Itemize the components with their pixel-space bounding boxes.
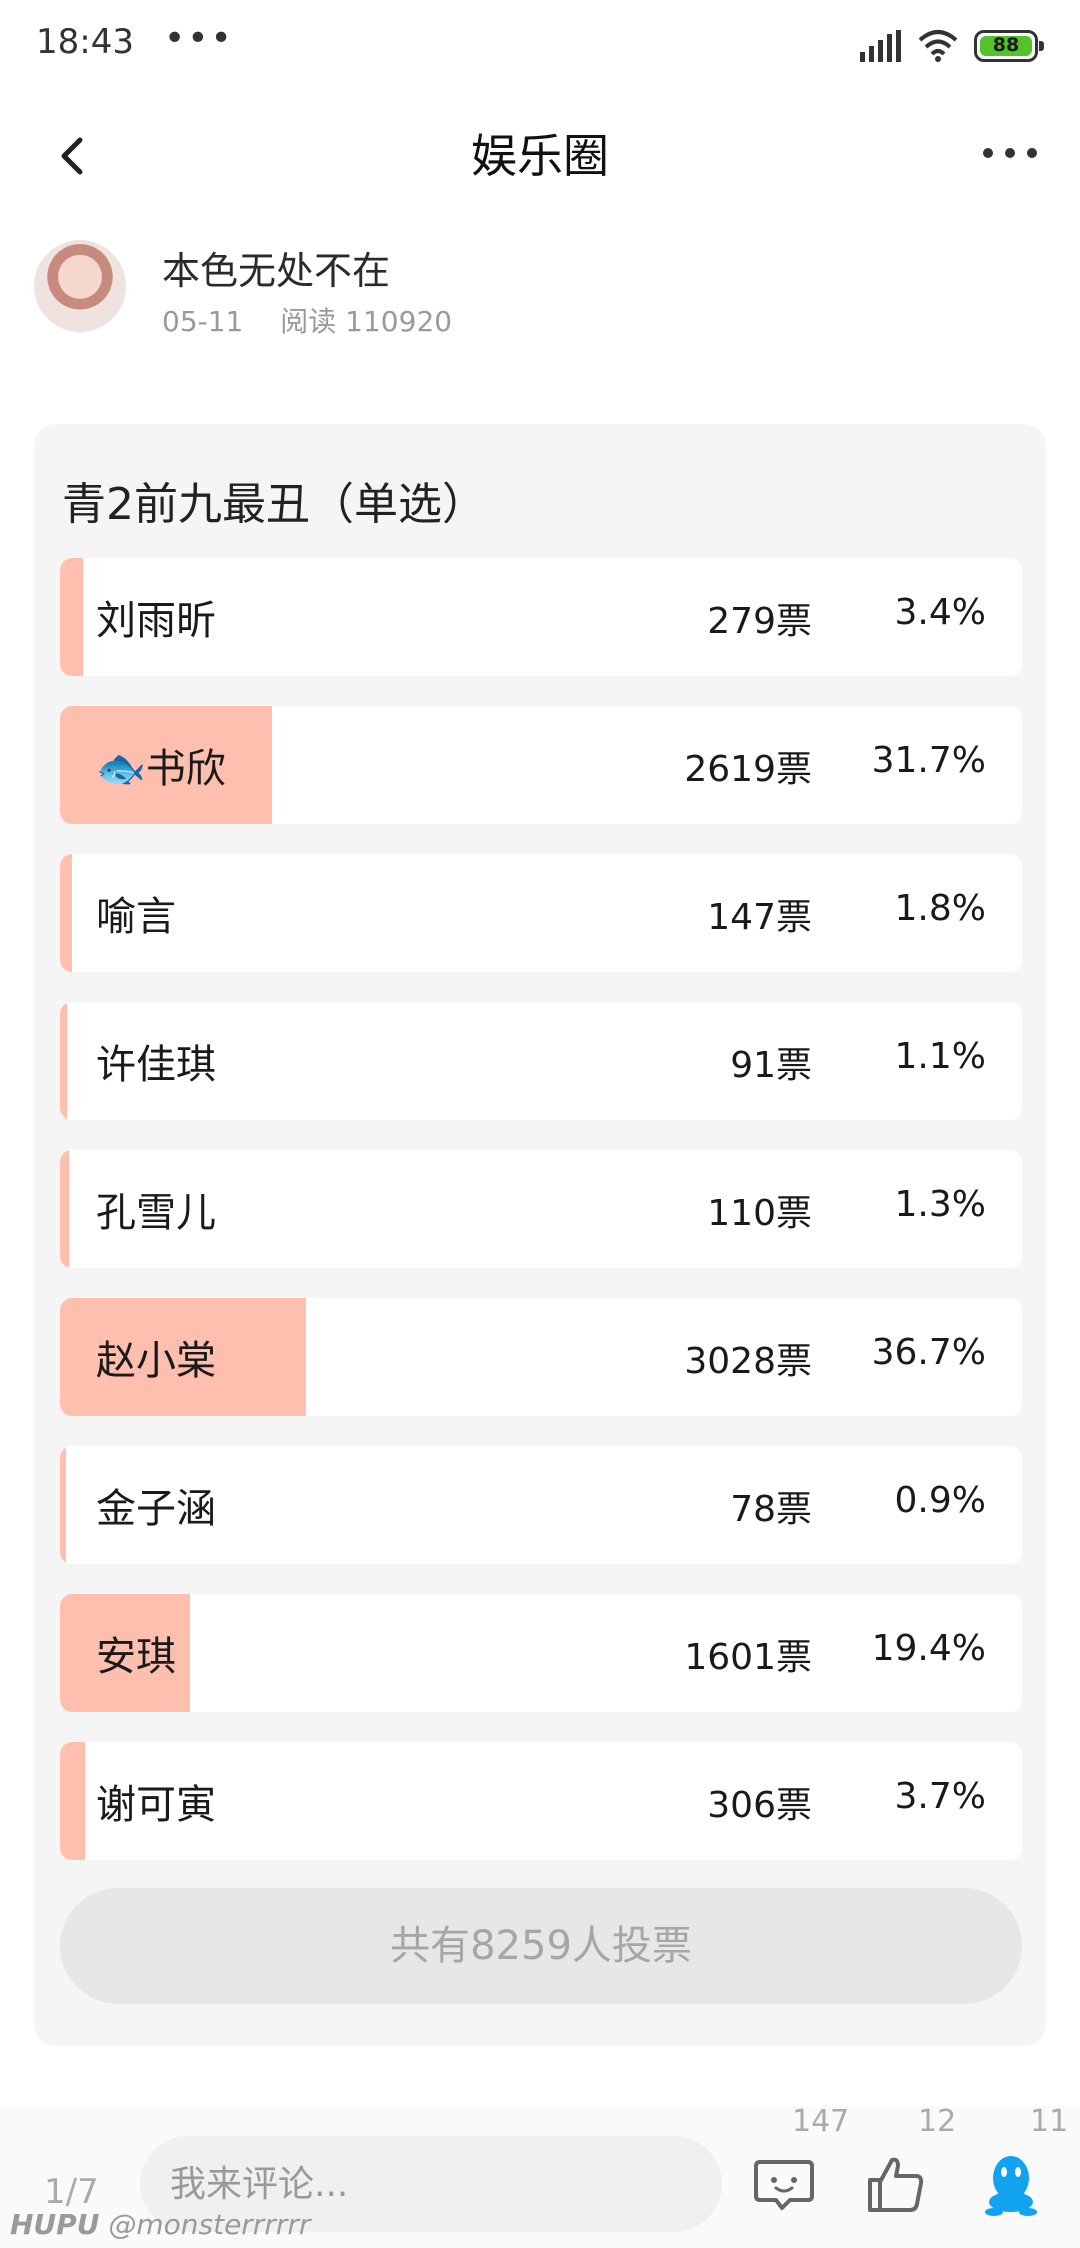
poll-option[interactable]: 刘雨昕 279票 3.4% xyxy=(60,558,1022,676)
watermark: HUPU @monsterrrrrr xyxy=(10,2208,310,2241)
poll-option[interactable]: 赵小棠 3028票 36.7% xyxy=(60,1298,1022,1416)
poll-option-name: 喻言 xyxy=(96,894,176,940)
poll-option-votes: 78票 xyxy=(730,1489,812,1530)
comment-count: 147 xyxy=(792,2104,850,2139)
avatar[interactable] xyxy=(34,240,126,332)
poll-option-name: 刘雨昕 xyxy=(96,598,216,644)
poll-option-percent: 3.4% xyxy=(894,592,986,633)
poll-options: 刘雨昕 279票 3.4% 🐟书欣 2619票 31.7% 喻言 147票 1.8% 许佳琪 91票… xyxy=(60,558,1022,1890)
page-title: 娱乐圈 xyxy=(471,129,609,183)
author-header: 本色无处不在 05-11 阅读 110920 xyxy=(34,240,1034,340)
poll-option-votes: 306票 xyxy=(707,1785,812,1826)
poll-option[interactable]: 🐟书欣 2619票 31.7% xyxy=(60,706,1022,824)
poll-card: 青2前九最丑（单选） 刘雨昕 279票 3.4% 🐟书欣 2619票 31.7% 喻言 147… xyxy=(34,424,1046,2046)
battery-icon: 88 xyxy=(974,30,1044,62)
poll-option-percent: 1.8% xyxy=(894,888,986,929)
poll-option-name: 许佳琪 xyxy=(96,1042,216,1088)
wifi-icon xyxy=(918,30,958,62)
poll-option-name: 金子涵 xyxy=(96,1486,216,1532)
poll-option-percent: 1.1% xyxy=(894,1036,986,1077)
qq-share-icon[interactable] xyxy=(976,2148,1046,2218)
poll-option-bar xyxy=(60,1446,67,1564)
poll-option[interactable]: 安琪 1601票 19.4% xyxy=(60,1594,1022,1712)
poll-title: 青2前九最丑（单选） xyxy=(62,479,486,530)
comment-icon[interactable] xyxy=(752,2152,816,2216)
poll-option-bar xyxy=(60,854,73,972)
author-name[interactable]: 本色无处不在 xyxy=(162,240,390,295)
poll-option-percent: 1.3% xyxy=(894,1184,986,1225)
poll-option[interactable]: 金子涵 78票 0.9% xyxy=(60,1446,1022,1564)
poll-option-name: 谢可寅 xyxy=(96,1782,216,1828)
poll-option-name: 孔雪儿 xyxy=(96,1190,216,1236)
poll-option[interactable]: 谢可寅 306票 3.7% xyxy=(60,1742,1022,1860)
poll-option-percent: 0.9% xyxy=(894,1480,986,1521)
post-meta: 05-11 阅读 110920 xyxy=(162,300,480,340)
poll-option-name: 赵小棠 xyxy=(96,1338,216,1384)
poll-option-votes: 91票 xyxy=(730,1045,812,1086)
poll-option-name: 🐟书欣 xyxy=(96,746,226,792)
poll-option-votes: 1601票 xyxy=(684,1637,812,1678)
thumbs-up-icon[interactable] xyxy=(864,2152,928,2216)
watermark-user: @monsterrrrrr xyxy=(108,2208,311,2241)
page-indicator: 1/7 xyxy=(44,2172,99,2212)
post-date: 05-11 xyxy=(162,305,244,338)
poll-option[interactable]: 喻言 147票 1.8% xyxy=(60,854,1022,972)
poll-option-bar xyxy=(60,1002,68,1120)
watermark-brand: HUPU xyxy=(10,2208,100,2241)
poll-option-votes: 147票 xyxy=(707,897,812,938)
read-count: 阅读 110920 xyxy=(280,305,453,338)
notification-dots-icon: ••• xyxy=(164,18,234,59)
poll-option-name: 安琪 xyxy=(96,1634,176,1680)
poll-option-percent: 31.7% xyxy=(871,740,986,781)
poll-option-votes: 2619票 xyxy=(684,749,812,790)
poll-option-percent: 3.7% xyxy=(894,1776,986,1817)
signal-icon xyxy=(860,30,901,62)
poll-option-bar xyxy=(60,1742,85,1860)
nav-bar: 娱乐圈 xyxy=(0,96,1080,212)
poll-option-votes: 3028票 xyxy=(684,1341,812,1382)
like-count: 12 xyxy=(918,2104,957,2139)
status-time: 18:43 xyxy=(36,22,134,62)
poll-option-votes: 279票 xyxy=(707,601,812,642)
poll-option-bar xyxy=(60,1150,69,1268)
poll-option[interactable]: 孔雪儿 110票 1.3% xyxy=(60,1150,1022,1268)
poll-total-votes: 共有8259人投票 xyxy=(60,1888,1022,2004)
more-options-icon[interactable] xyxy=(980,128,1040,178)
poll-option-bar xyxy=(60,558,83,676)
battery-level: 88 xyxy=(992,34,1020,56)
poll-option[interactable]: 许佳琪 91票 1.1% xyxy=(60,1002,1022,1120)
status-bar: 18:43 ••• 88 xyxy=(0,0,1080,96)
poll-option-votes: 110票 xyxy=(707,1193,812,1234)
poll-option-percent: 19.4% xyxy=(871,1628,986,1669)
share-count: 11 xyxy=(1030,2104,1069,2139)
poll-option-percent: 36.7% xyxy=(871,1332,986,1373)
